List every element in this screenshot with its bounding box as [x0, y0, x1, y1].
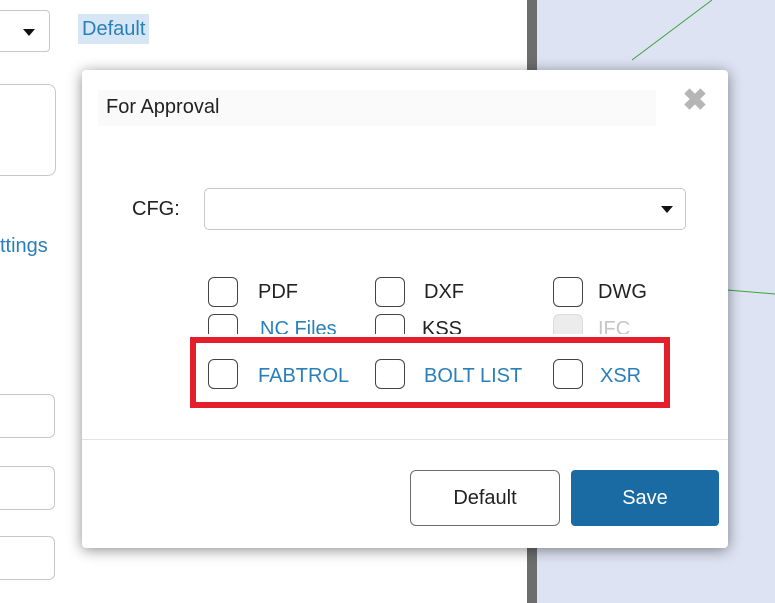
checkbox-label-kss: KSS: [422, 318, 463, 334]
background-textarea[interactable]: [0, 84, 56, 176]
close-icon[interactable]: ✖: [680, 86, 710, 116]
footer-divider: [82, 439, 728, 440]
background-settings-link[interactable]: ttings: [0, 234, 48, 258]
background-input-2[interactable]: [0, 466, 55, 510]
checkbox-kss[interactable]: [375, 314, 405, 334]
chevron-down-icon: [661, 206, 673, 213]
cfg-select[interactable]: [204, 188, 686, 230]
checkbox-label-ifc: IFC: [598, 318, 631, 334]
chevron-down-icon: [23, 29, 35, 36]
checkbox-pdf[interactable]: [208, 277, 238, 307]
checkbox-label-nc-files: NC Files: [260, 318, 337, 334]
export-dialog: For Approval ✖ CFG: PDF DXF DWG NC Files…: [82, 70, 728, 548]
checkbox-ifc: [553, 314, 583, 334]
checkbox-dxf[interactable]: [375, 277, 405, 307]
background-input-1[interactable]: [0, 394, 55, 438]
checkbox-nc-files[interactable]: [208, 314, 238, 334]
save-button[interactable]: Save: [571, 470, 719, 526]
cfg-label: CFG:: [132, 198, 180, 220]
background-default-link[interactable]: Default: [78, 14, 150, 44]
checkbox-dwg[interactable]: [553, 277, 583, 307]
highlight-annotation: [190, 337, 670, 408]
checkbox-label-dwg: DWG: [598, 281, 647, 303]
background-input-3[interactable]: [0, 536, 55, 580]
checkbox-label-pdf: PDF: [258, 281, 298, 303]
dialog-title: For Approval: [106, 96, 220, 118]
checkbox-row-2: NC Files KSS IFC: [192, 314, 682, 334]
default-button[interactable]: Default: [410, 470, 560, 526]
background-dropdown[interactable]: [0, 10, 50, 52]
checkbox-label-dxf: DXF: [424, 281, 464, 303]
dialog-title-bar: For Approval: [98, 90, 656, 126]
